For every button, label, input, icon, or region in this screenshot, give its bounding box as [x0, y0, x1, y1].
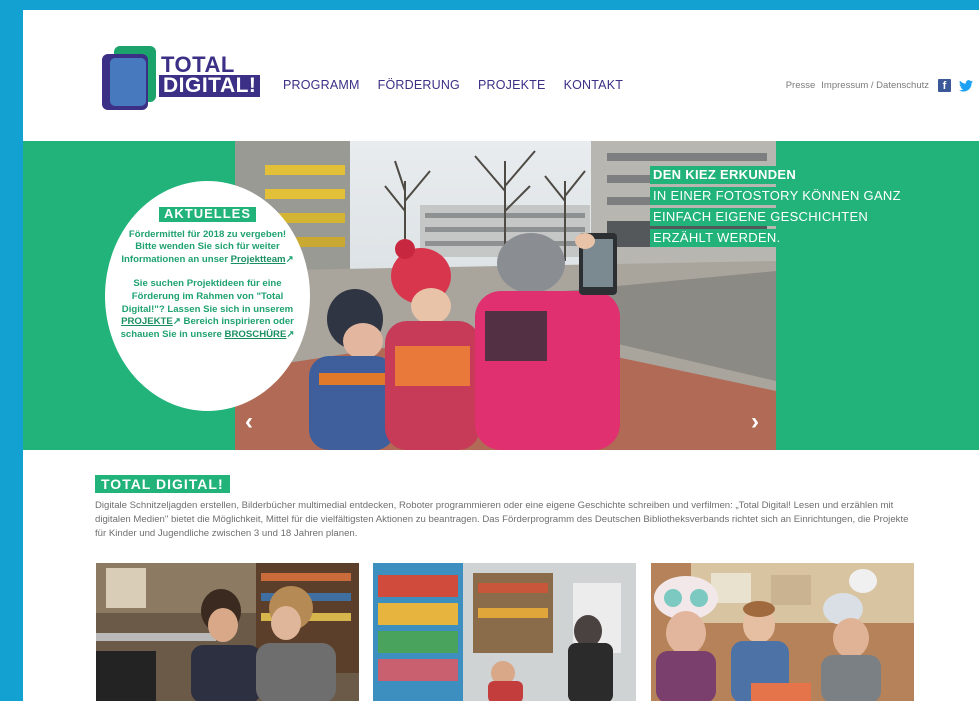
total-digital-logo[interactable]: TOTAL DIGITAL! — [102, 46, 262, 112]
external-link-icon: ↗ — [285, 253, 294, 265]
external-link-icon: ↗ — [286, 328, 295, 340]
logo-mark-blue — [110, 58, 146, 106]
aktuelles-paragraph-1: Fördermittel für 2018 zu vergeben! Bitte… — [119, 229, 296, 267]
slide-caption-line: EINFACH EIGENE GESCHICHTEN — [650, 208, 872, 226]
utility-nav: Presse Impressum / Datenschutz f — [786, 79, 973, 92]
project-thumbnail-1[interactable] — [96, 563, 359, 701]
aktuelles-text-2: Sie suchen Projektideen für eine Förderu… — [121, 278, 294, 315]
logo-text-digital: DIGITAL! — [159, 75, 261, 97]
slide-caption: DEN KIEZ ERKUNDEN IN EINER FOTOSTORY KÖN… — [650, 166, 904, 250]
hero-slider: AKTUELLES Fördermittel für 2018 zu verge… — [23, 141, 979, 450]
slide-caption-line: ERZÄHLT WERDEN. — [650, 229, 784, 247]
projektteam-link[interactable]: Projektteam — [231, 254, 286, 265]
main-nav: PROGRAMM FÖRDERUNG PROJEKTE KONTAKT — [283, 78, 623, 92]
nav-programm[interactable]: PROGRAMM — [283, 78, 360, 92]
nav-projekte[interactable]: PROJEKTE — [478, 78, 546, 92]
nav-kontakt[interactable]: KONTAKT — [564, 78, 624, 92]
twitter-icon[interactable] — [959, 79, 973, 92]
section-title: TOTAL DIGITAL! — [95, 475, 230, 493]
nav-foerderung[interactable]: FÖRDERUNG — [378, 78, 460, 92]
presse-link[interactable]: Presse — [786, 80, 816, 91]
external-link-icon: ↗ — [172, 316, 181, 328]
aktuelles-paragraph-2: Sie suchen Projektideen für eine Förderu… — [119, 278, 296, 341]
facebook-icon[interactable]: f — [938, 79, 951, 92]
project-thumbnail-3[interactable] — [651, 563, 914, 701]
logo-text-total: TOTAL — [161, 52, 235, 77]
projekte-link[interactable]: PROJEKTE — [121, 316, 173, 327]
impressum-link[interactable]: Impressum / Datenschutz — [821, 80, 929, 91]
chevron-left-icon[interactable]: ‹ — [245, 410, 259, 434]
chevron-right-icon[interactable]: › — [751, 410, 765, 434]
aktuelles-title: AKTUELLES — [159, 207, 256, 222]
page: TOTAL DIGITAL! PROGRAMM FÖRDERUNG PROJEK… — [23, 10, 979, 701]
aktuelles-box: AKTUELLES Fördermittel für 2018 zu verge… — [105, 181, 310, 411]
project-thumbnail-2[interactable] — [373, 563, 636, 701]
section-description: Digitale Schnitzeljagden erstellen, Bild… — [95, 500, 909, 539]
slide-caption-title: DEN KIEZ ERKUNDEN — [650, 166, 800, 184]
broschuere-link[interactable]: BROSCHÜRE — [225, 329, 287, 340]
slide-caption-line: IN EINER FOTOSTORY KÖNNEN GANZ — [650, 187, 904, 205]
